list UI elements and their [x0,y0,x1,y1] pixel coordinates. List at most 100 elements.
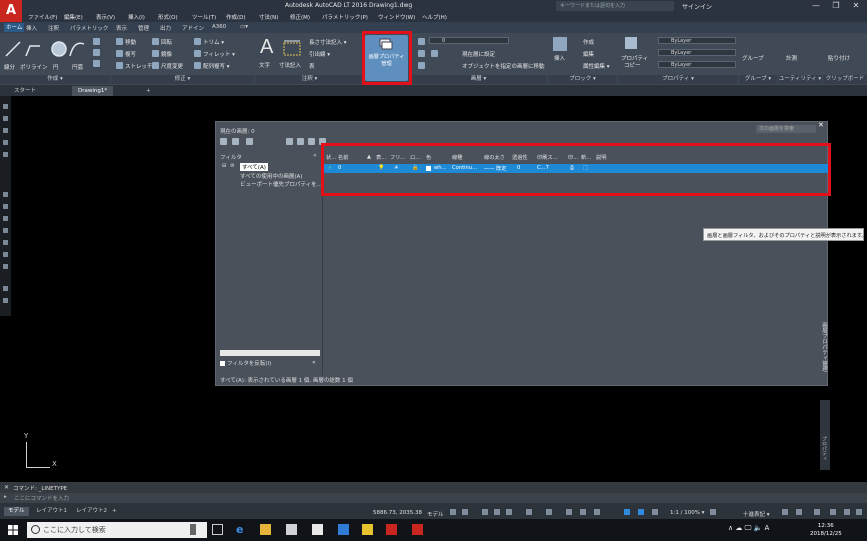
object-snap-tracking-icon[interactable] [526,509,532,515]
collapse-filter-button[interactable]: « [313,152,317,159]
insert-block-button[interactable]: 挿入 [554,54,565,62]
palette-tool-icon[interactable] [3,204,8,209]
palette-tool-icon[interactable] [3,286,8,291]
layer-tool-icon[interactable] [418,62,425,69]
lock-ui-icon[interactable] [796,509,802,515]
palette-tool-icon[interactable] [3,240,8,245]
annotation-visibility-icon[interactable] [624,509,630,515]
tab-start[interactable]: スタート [8,86,42,96]
tab-home[interactable]: ホーム [4,23,25,32]
layer-tool-icon[interactable] [431,50,438,57]
menu-file[interactable]: ファイル(F) [28,13,57,21]
collapse-pane-button[interactable]: « [312,359,316,366]
rotate-button[interactable]: 回転 [161,38,172,46]
polar-icon[interactable] [494,509,500,515]
new-vp-frozen-layer-icon[interactable] [297,138,304,145]
windows-start-icon[interactable] [8,525,18,535]
microphone-icon[interactable] [190,524,196,535]
customize-icon[interactable] [856,509,862,515]
draw-extra-icon[interactable] [93,60,100,67]
line-button[interactable]: 線分 [4,63,15,71]
palette-close-icon[interactable]: ✕ [818,121,824,129]
help-search-input[interactable]: キーワードまたは語句を入力 [556,1,674,11]
circle-button[interactable]: 円 [53,63,59,71]
leader-button[interactable]: 引出線 ▾ [309,50,330,58]
isodraft-icon[interactable] [506,509,512,515]
array-button[interactable]: 配列複写 ▾ [203,62,230,70]
menu-parametric[interactable]: パラメトリック(P) [322,13,368,21]
new-tab-button[interactable]: + [140,86,157,96]
layer-state-icon[interactable] [418,38,425,45]
palette-tool-icon[interactable] [3,192,8,197]
menu-view[interactable]: 表示(V) [96,13,115,21]
palette-tool-icon[interactable] [3,140,8,145]
menu-format[interactable]: 形式(O) [158,13,178,21]
dimension-button[interactable]: 寸法記入 [279,61,301,69]
mirror-button[interactable]: 鏡像 [161,50,172,58]
palette-tool-icon[interactable] [3,152,8,157]
annotation-scale-icon[interactable] [652,509,658,515]
tab-output[interactable]: 出力 [160,24,171,32]
app-icon[interactable] [362,524,373,535]
new-group-filter-icon[interactable] [232,138,239,145]
table-button[interactable]: 表 [309,62,315,70]
file-explorer-icon[interactable] [260,524,271,535]
edit-attribute-button[interactable]: 属性編集 ▾ [583,62,610,70]
panel-annotation[interactable]: 注釈 ▾ [255,75,364,84]
panel-layers[interactable]: 画層 ▾ [410,75,547,84]
tree-expand-icon[interactable]: ⊟ [222,163,227,169]
palette-tool-icon[interactable] [3,264,8,269]
command-input[interactable]: ここにコマンドを入力 [14,494,69,502]
edit-block-button[interactable]: 編集 [583,50,594,58]
copy-button[interactable]: 複写 [125,50,136,58]
move-button[interactable]: 移動 [125,38,136,46]
system-tray[interactable]: ∧ ☁ 🖵 🔈 A [728,524,769,533]
workspace-icon[interactable] [710,509,716,515]
mail-icon[interactable] [286,524,297,535]
menu-edit[interactable]: 編集(E) [64,13,83,21]
panel-clipboard[interactable]: クリップボード [823,75,867,84]
menu-insert[interactable]: 挿入(I) [128,13,145,21]
palette-tool-icon[interactable] [3,228,8,233]
arc-button[interactable]: 円弧 [72,63,83,71]
set-current-layer-button[interactable]: 現在層に設定 [462,50,495,58]
snap-icon[interactable] [462,509,468,515]
palette-tool-icon[interactable] [3,116,8,121]
tab-view[interactable]: 表示 [116,24,127,32]
grid-icon[interactable] [450,509,456,515]
tab-extra[interactable]: ▭▾ [240,24,248,30]
copy-properties-button[interactable]: コピー [624,61,641,69]
lineweight-icon[interactable] [566,509,572,515]
panel-draw[interactable]: 作成 ▾ [0,75,110,84]
tab-model[interactable]: モデル [4,507,29,516]
palette-tool-icon[interactable] [3,216,8,221]
edge-icon[interactable]: e [236,524,247,535]
annotation-scale-select[interactable]: 1:1 / 100% ▾ [670,510,704,516]
scale-button[interactable]: 尺度変更 [161,62,183,70]
linear-dim-button[interactable]: 長さ寸法記入 ▾ [309,38,347,46]
tab-insert[interactable]: 挿入 [26,24,37,32]
menu-help[interactable]: ヘルプ(H) [422,13,447,21]
store-icon[interactable] [312,524,323,535]
draw-extra-icon[interactable] [93,49,100,56]
layer-combo[interactable]: 0 [429,37,509,44]
command-line[interactable]: ▸ ここにコマンドを入力 [0,493,867,503]
draw-extra-icon[interactable] [93,38,100,45]
hardware-acceleration-icon[interactable] [830,509,836,515]
autoscale-icon[interactable] [638,509,644,515]
trim-button[interactable]: トリム ▾ [203,38,224,46]
menu-window[interactable]: ウィンドウ(W) [378,13,415,21]
panel-groups[interactable]: グループ ▾ [739,75,777,84]
panel-utilities[interactable]: ユーティリティ ▾ [778,75,822,84]
palette-tool-icon[interactable] [3,298,8,303]
stretch-button[interactable]: ストレッチ [125,62,153,70]
fillet-button[interactable]: フィレット ▾ [203,50,235,58]
close-command-line-icon[interactable]: ✕ [4,484,9,491]
tab-addins[interactable]: アドイン [182,24,204,32]
object-snap-icon[interactable] [546,509,552,515]
autocad-taskbar-icon[interactable] [386,524,397,535]
maximize-button[interactable]: ❐ [826,1,846,11]
palette-tool-icon[interactable] [3,104,8,109]
tab-a360[interactable]: A360 [212,24,226,30]
linetype-combo[interactable]: ByLayer [658,49,736,56]
